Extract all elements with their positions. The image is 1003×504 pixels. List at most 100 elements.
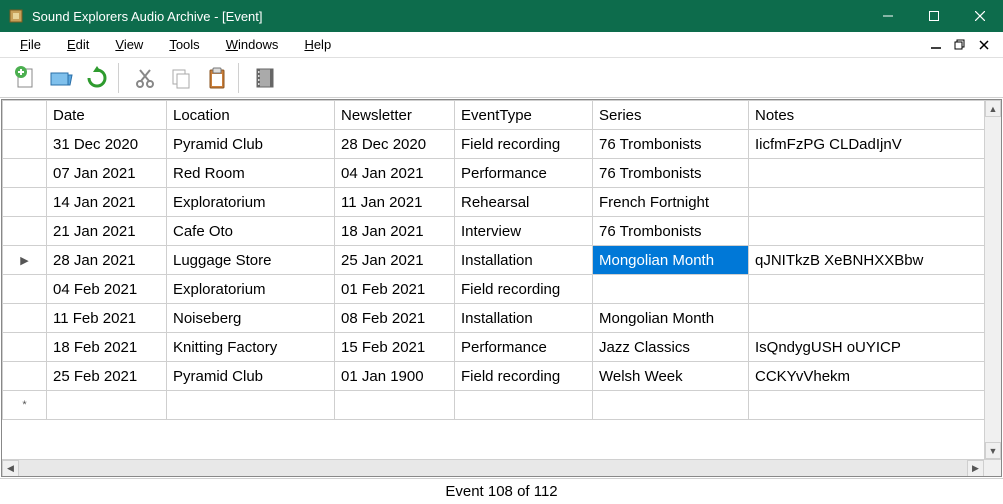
cell-date[interactable]: 18 Feb 2021 (47, 333, 167, 362)
table-row[interactable]: 11 Feb 2021Noiseberg08 Feb 2021Installat… (3, 304, 1001, 333)
cell-newsletter[interactable]: 15 Feb 2021 (335, 333, 455, 362)
open-button[interactable] (44, 61, 78, 95)
table-row[interactable]: 21 Jan 2021Cafe Oto18 Jan 2021Interview7… (3, 217, 1001, 246)
cell-location[interactable]: Knitting Factory (167, 333, 335, 362)
column-header-location[interactable]: Location (167, 101, 335, 130)
cell-newsletter[interactable]: 01 Jan 1900 (335, 362, 455, 391)
cell-date[interactable]: 21 Jan 2021 (47, 217, 167, 246)
cell-location[interactable]: Pyramid Club (167, 362, 335, 391)
cell-date[interactable]: 11 Feb 2021 (47, 304, 167, 333)
cell-location[interactable]: Red Room (167, 159, 335, 188)
table-row[interactable]: 18 Feb 2021Knitting Factory15 Feb 2021Pe… (3, 333, 1001, 362)
horizontal-scrollbar[interactable]: ◀ ▶ (2, 459, 1001, 476)
table-row[interactable]: 25 Feb 2021Pyramid Club01 Jan 1900Field … (3, 362, 1001, 391)
cell-notes[interactable] (749, 391, 1001, 420)
minimize-button[interactable] (865, 0, 911, 32)
column-header-notes[interactable]: Notes (749, 101, 1001, 130)
film-button[interactable] (248, 61, 282, 95)
mdi-minimize-button[interactable] (927, 36, 945, 54)
new-button[interactable] (8, 61, 42, 95)
cell-notes[interactable] (749, 304, 1001, 333)
table-row[interactable]: 14 Jan 2021Exploratorium11 Jan 2021Rehea… (3, 188, 1001, 217)
cell-newsletter[interactable]: 18 Jan 2021 (335, 217, 455, 246)
data-grid[interactable]: Date Location Newsletter EventType Serie… (1, 99, 1002, 477)
row-gutter[interactable] (3, 159, 47, 188)
cell-notes[interactable] (749, 188, 1001, 217)
cell-location[interactable] (167, 391, 335, 420)
cell-eventType[interactable]: Rehearsal (455, 188, 593, 217)
cell-date[interactable]: 25 Feb 2021 (47, 362, 167, 391)
cell-series[interactable]: Mongolian Month (593, 246, 749, 275)
cell-series[interactable]: Mongolian Month (593, 304, 749, 333)
menu-file[interactable]: File (16, 35, 45, 54)
cell-series[interactable]: 76 Trombonists (593, 130, 749, 159)
scroll-right-button[interactable]: ▶ (967, 460, 984, 477)
cell-newsletter[interactable]: 28 Dec 2020 (335, 130, 455, 159)
cell-newsletter[interactable] (335, 391, 455, 420)
cell-notes[interactable]: CCKYvVhekm (749, 362, 1001, 391)
table-row[interactable]: * (3, 391, 1001, 420)
cell-series[interactable] (593, 275, 749, 304)
table-row[interactable]: 07 Jan 2021Red Room04 Jan 2021Performanc… (3, 159, 1001, 188)
table-row[interactable]: 04 Feb 2021Exploratorium01 Feb 2021Field… (3, 275, 1001, 304)
cell-series[interactable] (593, 391, 749, 420)
menu-edit[interactable]: Edit (63, 35, 93, 54)
cell-location[interactable]: Exploratorium (167, 188, 335, 217)
scroll-up-button[interactable]: ▲ (985, 100, 1001, 117)
cell-location[interactable]: Cafe Oto (167, 217, 335, 246)
cell-newsletter[interactable]: 11 Jan 2021 (335, 188, 455, 217)
cell-notes[interactable] (749, 275, 1001, 304)
cell-notes[interactable]: IsQndygUSH oUYICP (749, 333, 1001, 362)
close-button[interactable] (957, 0, 1003, 32)
cell-date[interactable]: 31 Dec 2020 (47, 130, 167, 159)
cell-date[interactable]: 14 Jan 2021 (47, 188, 167, 217)
paste-button[interactable] (200, 61, 234, 95)
table-row[interactable]: ▶28 Jan 2021Luggage Store25 Jan 2021Inst… (3, 246, 1001, 275)
cell-date[interactable]: 04 Feb 2021 (47, 275, 167, 304)
menu-view[interactable]: View (111, 35, 147, 54)
cell-notes[interactable] (749, 159, 1001, 188)
row-gutter[interactable] (3, 275, 47, 304)
cell-newsletter[interactable]: 04 Jan 2021 (335, 159, 455, 188)
cell-date[interactable] (47, 391, 167, 420)
cell-eventType[interactable]: Performance (455, 159, 593, 188)
scroll-left-button[interactable]: ◀ (2, 460, 19, 477)
gutter-header[interactable] (3, 101, 47, 130)
cell-series[interactable]: French Fortnight (593, 188, 749, 217)
menu-windows[interactable]: Windows (222, 35, 283, 54)
cell-eventType[interactable]: Field recording (455, 362, 593, 391)
refresh-button[interactable] (80, 61, 114, 95)
table-row[interactable]: 31 Dec 2020Pyramid Club28 Dec 2020Field … (3, 130, 1001, 159)
cell-notes[interactable]: IicfmFzPG CLDadIjnV (749, 130, 1001, 159)
row-gutter[interactable] (3, 333, 47, 362)
column-header-series[interactable]: Series (593, 101, 749, 130)
menu-help[interactable]: Help (300, 35, 335, 54)
cell-eventType[interactable]: Field recording (455, 130, 593, 159)
row-gutter[interactable] (3, 188, 47, 217)
cell-eventType[interactable]: Field recording (455, 275, 593, 304)
cell-newsletter[interactable]: 08 Feb 2021 (335, 304, 455, 333)
row-gutter[interactable]: * (3, 391, 47, 420)
cell-eventType[interactable] (455, 391, 593, 420)
cell-eventType[interactable]: Installation (455, 246, 593, 275)
row-gutter[interactable] (3, 304, 47, 333)
cell-location[interactable]: Pyramid Club (167, 130, 335, 159)
row-gutter[interactable] (3, 217, 47, 246)
cell-series[interactable]: Jazz Classics (593, 333, 749, 362)
horizontal-scroll-track[interactable] (19, 460, 967, 476)
row-gutter[interactable] (3, 362, 47, 391)
cell-location[interactable]: Noiseberg (167, 304, 335, 333)
mdi-close-button[interactable] (975, 36, 993, 54)
column-header-date[interactable]: Date (47, 101, 167, 130)
cell-eventType[interactable]: Performance (455, 333, 593, 362)
cell-eventType[interactable]: Installation (455, 304, 593, 333)
maximize-button[interactable] (911, 0, 957, 32)
cell-location[interactable]: Luggage Store (167, 246, 335, 275)
menu-tools[interactable]: Tools (165, 35, 203, 54)
cut-button[interactable] (128, 61, 162, 95)
vertical-scroll-track[interactable] (985, 117, 1001, 442)
cell-notes[interactable] (749, 217, 1001, 246)
cell-series[interactable]: 76 Trombonists (593, 217, 749, 246)
cell-newsletter[interactable]: 01 Feb 2021 (335, 275, 455, 304)
cell-eventType[interactable]: Interview (455, 217, 593, 246)
